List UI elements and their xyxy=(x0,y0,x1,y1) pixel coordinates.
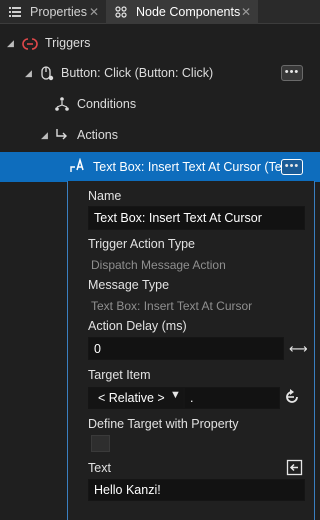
close-icon[interactable]: ✕ xyxy=(241,5,251,19)
target-item-path-value: . xyxy=(190,391,194,405)
trigger-action-type-value: Dispatch Message Action xyxy=(91,258,226,272)
target-item-path-field[interactable]: . xyxy=(184,387,280,409)
tab-bar: Properties ✕ Node Components ✕ xyxy=(0,0,320,24)
refresh-icon[interactable] xyxy=(284,389,300,405)
tree-row-triggers[interactable]: ◢ Triggers xyxy=(0,28,320,58)
name-field-value: Text Box: Insert Text At Cursor xyxy=(94,211,262,225)
more-options-button[interactable]: ••• xyxy=(281,159,303,175)
tab-properties-label: Properties xyxy=(30,5,87,19)
actions-icon xyxy=(56,129,67,140)
list-icon xyxy=(9,7,21,17)
name-field[interactable]: Text Box: Insert Text At Cursor xyxy=(88,206,305,230)
define-target-label: Define Target with Property xyxy=(88,417,239,431)
tree-row-conditions[interactable]: Conditions xyxy=(0,89,320,119)
message-type-value: Text Box: Insert Text At Cursor xyxy=(91,299,253,313)
tree-label-conditions: Conditions xyxy=(77,97,137,111)
message-type-label: Message Type xyxy=(88,278,170,292)
conditions-icon xyxy=(55,97,69,111)
tree-row-actions[interactable]: ◢ Actions xyxy=(0,120,320,150)
mouse-click-icon xyxy=(41,66,54,81)
trigger-action-type-label: Trigger Action Type xyxy=(88,237,196,251)
expand-arrow-icon[interactable]: ◢ xyxy=(41,130,48,141)
tree-label-triggers: Triggers xyxy=(45,36,91,50)
action-delay-label: Action Delay (ms) xyxy=(88,319,187,333)
name-label: Name xyxy=(88,189,122,203)
text-action-icon xyxy=(70,158,84,172)
target-item-relative-value: < Relative > xyxy=(98,391,165,405)
tree-label-selected-action: Text Box: Insert Text At Cursor (Text xyxy=(93,160,292,174)
action-delay-value: 0 xyxy=(94,341,101,356)
close-icon[interactable]: ✕ xyxy=(89,5,99,19)
expand-arrow-icon[interactable]: ◢ xyxy=(25,68,32,79)
define-target-checkbox[interactable] xyxy=(91,435,110,452)
dropdown-arrow-icon[interactable]: ▼ xyxy=(170,389,181,401)
tab-properties[interactable]: Properties ✕ xyxy=(0,0,106,24)
binding-icon[interactable] xyxy=(286,459,303,476)
text-label: Text xyxy=(88,461,111,475)
drag-adjust-icon[interactable]: ⟷ xyxy=(289,341,308,357)
text-field-value: Hello Kanzi! xyxy=(94,483,161,497)
tree-row-button-click[interactable]: ◢ Button: Click (Button: Click) ••• xyxy=(0,58,320,88)
trigger-icon xyxy=(22,38,38,50)
tree-row-selected-action[interactable]: Text Box: Insert Text At Cursor (Text ••… xyxy=(0,152,320,182)
tab-node-components-label: Node Components xyxy=(136,5,241,19)
action-delay-field[interactable]: 0 xyxy=(88,337,284,360)
target-item-label: Target Item xyxy=(88,368,151,382)
more-options-button[interactable]: ••• xyxy=(281,65,303,81)
tab-node-components[interactable]: Node Components ✕ xyxy=(106,0,258,24)
expand-arrow-icon[interactable]: ◢ xyxy=(7,38,14,49)
tree-label-actions: Actions xyxy=(77,128,118,142)
node-components-icon xyxy=(115,6,127,18)
text-field[interactable]: Hello Kanzi! xyxy=(88,479,305,501)
tree-label-button-click: Button: Click (Button: Click) xyxy=(61,66,214,80)
